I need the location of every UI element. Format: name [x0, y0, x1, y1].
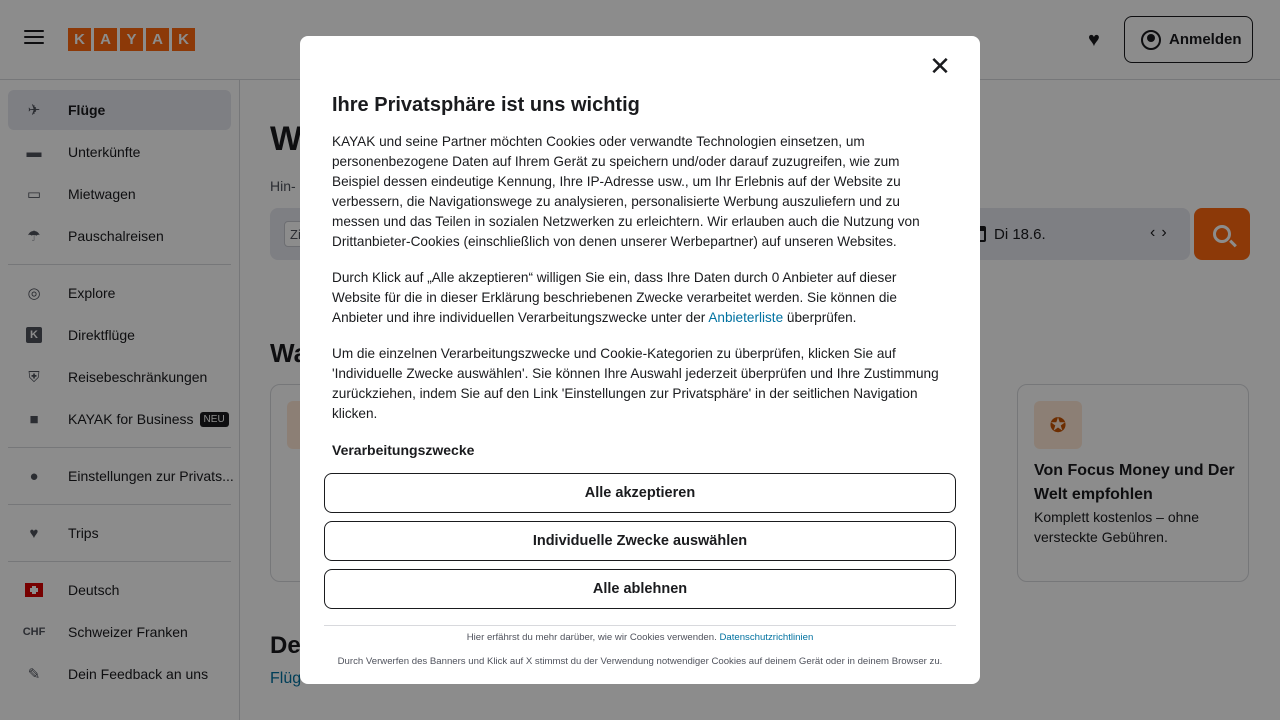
reject-all-button[interactable]: Alle ablehnen: [324, 569, 956, 609]
dialog-paragraph: KAYAK und seine Partner möchten Cookies …: [332, 134, 920, 249]
dialog-title: Ihre Privatsphäre ist uns wichtig: [332, 94, 640, 116]
dialog-paragraph: Durch Klick auf „Alle akzeptieren“ willi…: [332, 270, 897, 325]
divider: [324, 625, 956, 626]
vendor-list-link[interactable]: Anbieterliste: [708, 310, 783, 325]
close-icon[interactable]: ✕: [928, 53, 952, 79]
select-purposes-button[interactable]: Individuelle Zwecke auswählen: [324, 521, 956, 561]
dialog-paragraph: Um die einzelnen Verarbeitungszwecke und…: [332, 346, 939, 421]
dismiss-info-text: Durch Verwerfen des Banners und Klick au…: [337, 656, 943, 667]
cookie-info-text: Hier erfährst du mehr darüber, wie wir C…: [466, 632, 814, 643]
accept-all-button[interactable]: Alle akzeptieren: [324, 473, 956, 513]
cookie-consent-dialog: ✕ Ihre Privatsphäre ist uns wichtig KAYA…: [300, 36, 980, 684]
privacy-policy-link[interactable]: Datenschutzrichtlinien: [719, 632, 813, 643]
purposes-heading: Verarbeitungszwecke: [332, 442, 475, 458]
